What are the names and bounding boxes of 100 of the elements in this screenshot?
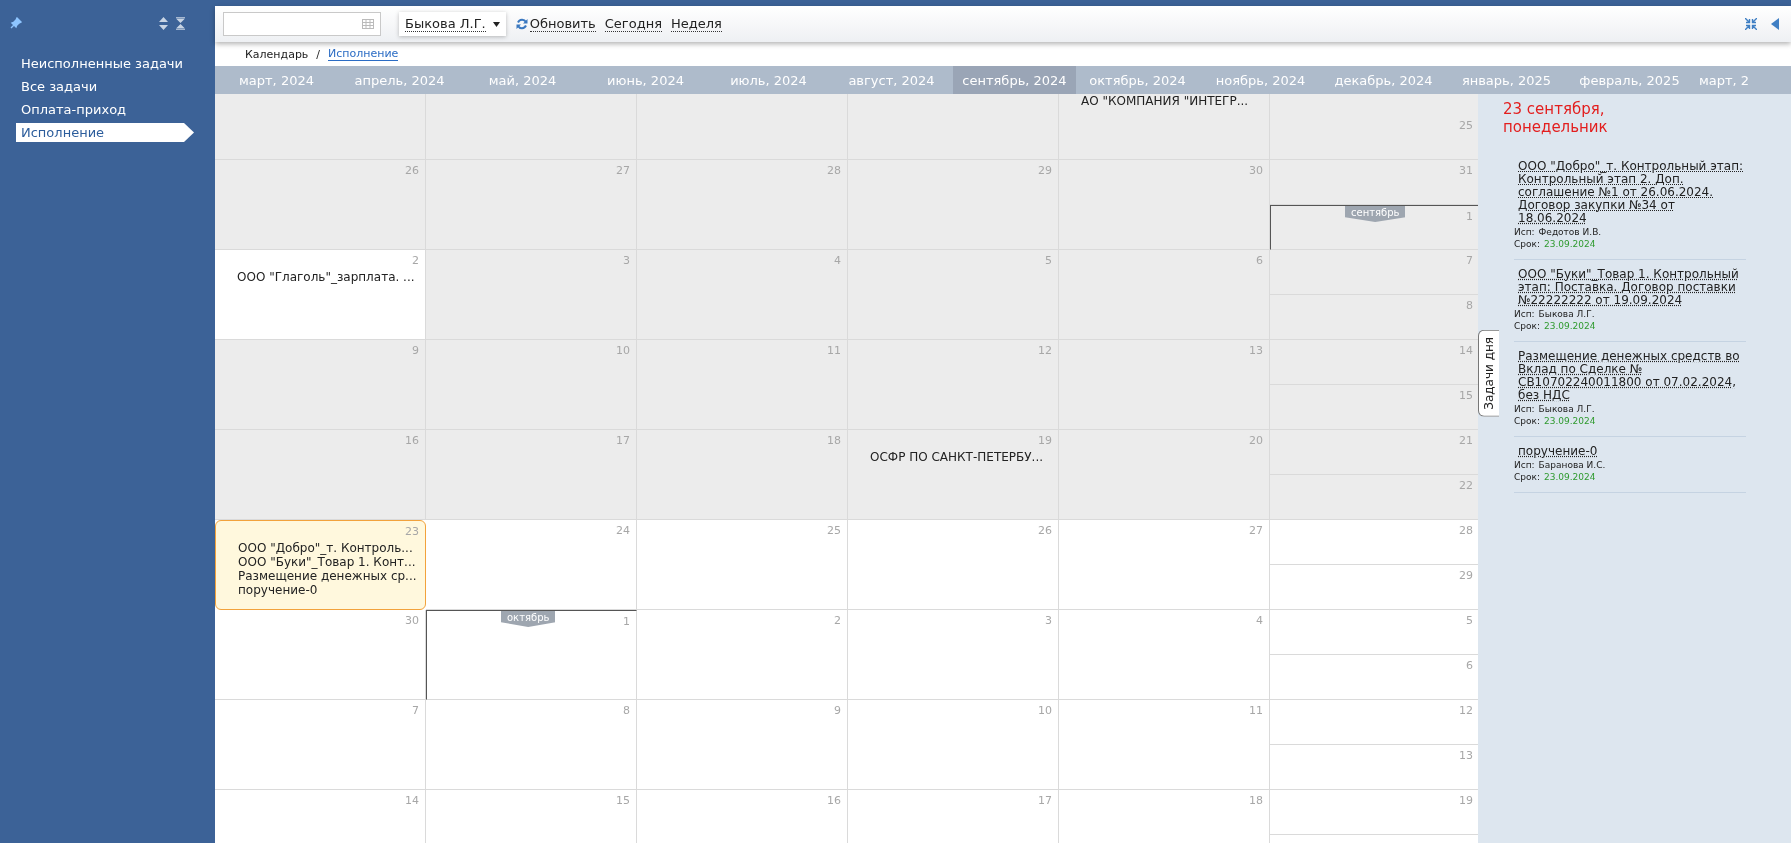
collapse-arrows-icon[interactable] bbox=[1745, 18, 1757, 30]
task-link[interactable]: Размещение денежных средств во Вклад по Сделке № СВ10702240011800 от 07.02.2024, без НДС bbox=[1514, 350, 1746, 402]
sort-arrows-icon[interactable] bbox=[159, 16, 168, 30]
day-tasks-tab[interactable]: Задачи дня bbox=[1478, 330, 1499, 417]
toolbar-link[interactable]: Обновить bbox=[529, 16, 596, 32]
day-cell[interactable]: 11 bbox=[1059, 700, 1270, 790]
day-number: 7 bbox=[1466, 254, 1473, 269]
toolbar-link[interactable]: Неделя bbox=[670, 16, 722, 32]
day-cell[interactable]: 15 bbox=[1270, 385, 1478, 430]
day-cell[interactable]: 29 bbox=[848, 160, 1059, 250]
collapse-icon[interactable] bbox=[176, 16, 185, 30]
day-cell[interactable]: 7 bbox=[215, 700, 426, 790]
day-number: 1 bbox=[1466, 210, 1473, 225]
day-cell[interactable]: 8 bbox=[1270, 295, 1478, 340]
refresh-icon[interactable] bbox=[515, 18, 528, 30]
month-tab[interactable]: июнь, 2024 bbox=[584, 66, 707, 94]
day-cell[interactable]: 26 bbox=[848, 520, 1059, 610]
day-cell[interactable]: 26 bbox=[215, 160, 426, 250]
day-cell[interactable]: 18 bbox=[637, 430, 848, 520]
day-cell[interactable]: 12 bbox=[848, 340, 1059, 430]
event-item[interactable]: ООО "Глаголь"_зарплата. ... bbox=[237, 270, 419, 284]
day-cell[interactable]: 5 bbox=[848, 250, 1059, 340]
day-cell[interactable]: 2 bbox=[637, 610, 848, 700]
day-cell[interactable]: 14 bbox=[1270, 340, 1478, 385]
toolbar-link[interactable]: Сегодня bbox=[604, 16, 662, 32]
month-tab[interactable]: ноябрь, 2024 bbox=[1199, 66, 1322, 94]
breadcrumb-link[interactable]: Исполнение bbox=[328, 47, 399, 61]
day-cell[interactable]: 11 bbox=[637, 340, 848, 430]
assignee-name: Быкова Л.Г. bbox=[1538, 404, 1595, 414]
day-cell[interactable]: 25 bbox=[637, 520, 848, 610]
day-cell[interactable]: 30 bbox=[215, 610, 426, 700]
day-cell[interactable]: 7 bbox=[1270, 250, 1478, 295]
day-cell[interactable]: 17 bbox=[426, 430, 637, 520]
day-cell[interactable]: 6 bbox=[1059, 250, 1270, 340]
selected-day-cell[interactable]: 23 ООО "Добро"_т. Контроль... ООО "Буки"_Товар 1. Конт... Размещение денежных ср... поручение-0 bbox=[215, 520, 426, 610]
day-cell[interactable]: октябрь 1 bbox=[426, 610, 637, 700]
day-cell[interactable]: 22 bbox=[1270, 475, 1478, 520]
day-cell[interactable]: 3 bbox=[848, 610, 1059, 700]
event-item[interactable]: поручение-0 bbox=[238, 583, 419, 597]
day-cell[interactable]: 24 bbox=[426, 520, 637, 610]
event-item[interactable]: ООО "Буки"_Товар 1. Конт... bbox=[238, 555, 419, 569]
day-cell[interactable]: 3 bbox=[426, 250, 637, 340]
day-cell[interactable]: 10 bbox=[426, 340, 637, 430]
day-cell[interactable]: 28 bbox=[637, 160, 848, 250]
day-cell[interactable]: 13 bbox=[1059, 340, 1270, 430]
event-item[interactable]: АО "КОМПАНИЯ "ИНТЕГР... bbox=[1081, 94, 1263, 108]
task-link[interactable]: поручение-0 bbox=[1514, 445, 1746, 458]
day-cell[interactable]: 21 bbox=[1270, 430, 1478, 475]
breadcrumb-item: / bbox=[316, 47, 321, 61]
pin-icon[interactable] bbox=[10, 17, 22, 29]
sidebar-item[interactable]: Оплата-приход bbox=[16, 100, 194, 119]
day-number: 11 bbox=[1249, 704, 1263, 719]
day-number: 13 bbox=[1459, 749, 1473, 764]
sidebar-item[interactable]: Исполнение bbox=[16, 123, 194, 142]
day-cell[interactable]: 27 bbox=[426, 160, 637, 250]
month-tab[interactable]: август, 2024 bbox=[830, 66, 953, 94]
calendar-grid-icon bbox=[362, 19, 374, 29]
day-cell[interactable]: 19 ОСФР ПО САНКТ-ПЕТЕРБУ... bbox=[848, 430, 1059, 520]
sidebar-item[interactable]: Неисполненные задачи bbox=[16, 54, 194, 73]
day-cell[interactable]: 9 bbox=[215, 340, 426, 430]
month-tab[interactable]: апрель, 2024 bbox=[338, 66, 461, 94]
task-link[interactable]: ООО "Буки"_Товар 1. Контрольный этап: Поставка. Договор поставки №22222222 от 19.09.2024 bbox=[1514, 268, 1746, 307]
day-number: 29 bbox=[1459, 569, 1473, 584]
day-number: 30 bbox=[405, 614, 419, 629]
month-tab[interactable]: май, 2024 bbox=[461, 66, 584, 94]
day-cell[interactable]: 2 ООО "Глаголь"_зарплата. ... bbox=[215, 250, 426, 340]
day-number: 26 bbox=[1038, 524, 1052, 539]
day-cell[interactable]: 9 bbox=[637, 700, 848, 790]
day-cell[interactable]: 31 bbox=[1270, 160, 1478, 205]
month-tab[interactable]: октябрь, 2024 bbox=[1076, 66, 1199, 94]
day-cell[interactable] bbox=[637, 94, 848, 160]
day-cell[interactable]: 4 bbox=[1059, 610, 1270, 700]
day-cell[interactable]: 10 bbox=[848, 700, 1059, 790]
day-cell[interactable]: сентябрь 1 bbox=[1270, 205, 1478, 250]
search-field[interactable] bbox=[223, 12, 381, 36]
sidebar-item[interactable]: Все задачи bbox=[16, 77, 194, 96]
month-tab[interactable]: март, 2 bbox=[1691, 66, 1791, 94]
day-cell[interactable]: 27 bbox=[1059, 520, 1270, 610]
day-cell[interactable] bbox=[426, 94, 637, 160]
day-cell[interactable]: 30 bbox=[1059, 160, 1270, 250]
day-cell[interactable]: 4 bbox=[637, 250, 848, 340]
user-dropdown[interactable]: Быкова Л.Г. bbox=[399, 12, 506, 36]
month-tab[interactable]: февраль, 2025 bbox=[1568, 66, 1691, 94]
event-item[interactable]: Размещение денежных ср... bbox=[238, 569, 419, 583]
month-tab[interactable]: сентябрь, 2024 bbox=[953, 66, 1076, 94]
day-cell[interactable] bbox=[215, 94, 426, 160]
month-tab[interactable]: декабрь, 2024 bbox=[1322, 66, 1445, 94]
month-tab[interactable]: март, 2024 bbox=[215, 66, 338, 94]
month-tab[interactable]: январь, 2025 bbox=[1445, 66, 1568, 94]
triangle-left-icon[interactable] bbox=[1771, 18, 1779, 30]
day-cell[interactable]: 20 bbox=[1059, 430, 1270, 520]
month-tab[interactable]: июль, 2024 bbox=[707, 66, 830, 94]
task-link[interactable]: ООО "Добро"_т. Контрольный этап: Контрольный этап 2. Доп. соглашение №1 от 26.06.2024. Договор закупки №34 от 18.06.2024 bbox=[1514, 160, 1746, 225]
event-item[interactable]: ООО "Добро"_т. Контроль... bbox=[238, 541, 419, 555]
event-item[interactable]: ОСФР ПО САНКТ-ПЕТЕРБУ... bbox=[870, 450, 1052, 464]
day-cell[interactable] bbox=[848, 94, 1059, 160]
day-cell[interactable]: АО "КОМПАНИЯ "ИНТЕГР... bbox=[1059, 94, 1270, 160]
day-cell[interactable]: 8 bbox=[426, 700, 637, 790]
day-cell[interactable]: 16 bbox=[215, 430, 426, 520]
day-number: 16 bbox=[405, 434, 419, 449]
